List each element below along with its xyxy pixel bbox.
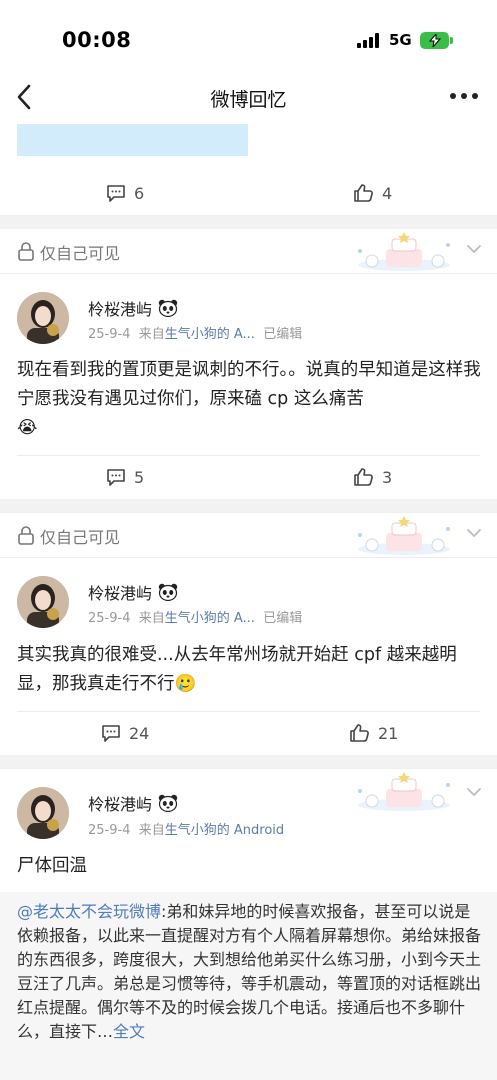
comment-icon <box>102 724 120 742</box>
comment-count: 6 <box>134 183 145 203</box>
post-source[interactable]: 生气小狗的 A... <box>165 327 255 342</box>
status-bar: 00:08 5G <box>0 0 497 80</box>
post-date: 25-9-4 <box>88 327 131 342</box>
divider <box>17 455 480 456</box>
comment-icon <box>107 468 125 486</box>
comment-icon <box>107 184 125 202</box>
like-count: 3 <box>382 467 393 487</box>
source-prefix: 来自 <box>138 327 165 342</box>
panda-icon <box>158 299 178 317</box>
repost-body: :弟和妹异地的时候喜欢报备，甚至可以说是依赖报备，以此来一直提醒对方有个人隔着屏… <box>17 902 482 1041</box>
thumbs-up-icon <box>350 724 369 742</box>
thumbs-up-icon <box>354 468 373 486</box>
section-gap <box>0 499 497 513</box>
battery-tip <box>450 37 453 44</box>
divider <box>0 557 497 558</box>
more-icon[interactable] <box>450 93 480 101</box>
cake-decoration <box>358 516 450 555</box>
post-text: 其实我真的很难受...从去年常州场就开始赶 cpf 越来越明显，那我真走行不行🥲 <box>17 641 482 699</box>
like-button[interactable]: 3 <box>353 457 392 497</box>
edited-label: 已编辑 <box>263 327 303 342</box>
image-placeholder <box>17 124 248 156</box>
like-count: 4 <box>382 183 393 203</box>
status-time: 00:08 <box>62 28 132 52</box>
edited-label: 已编辑 <box>263 611 303 626</box>
lock-icon <box>18 242 34 261</box>
battery-icon <box>420 32 449 49</box>
username-row: 柃桜港屿 <box>88 580 178 604</box>
chevron-down-icon[interactable] <box>466 786 482 798</box>
panda-icon <box>158 583 178 601</box>
page-title: 微博回忆 <box>210 89 287 111</box>
network-label: 5G <box>389 31 412 49</box>
cake-decoration <box>358 772 450 811</box>
comment-count: 5 <box>134 467 145 487</box>
post-meta: 25-9-4 来自生气小狗的 A... 已编辑 <box>88 607 302 626</box>
comment-button[interactable]: 5 <box>106 457 144 497</box>
private-label: 仅自己可见 <box>40 528 121 547</box>
like-count: 21 <box>378 723 399 743</box>
cake-decoration <box>358 232 450 271</box>
username[interactable]: 柃桜港屿 <box>88 791 152 815</box>
action-bar: 24 21 <box>0 713 497 753</box>
post-source[interactable]: 生气小狗的 A... <box>165 611 255 626</box>
repost-mention[interactable]: @老太太不会玩微博 <box>17 902 161 921</box>
section-gap <box>0 755 497 769</box>
lock-icon <box>18 526 34 545</box>
source-prefix: 来自 <box>138 611 165 626</box>
avatar[interactable] <box>17 292 69 344</box>
private-label: 仅自己可见 <box>40 244 121 263</box>
like-button[interactable]: 4 <box>353 173 392 213</box>
crying-emoji: 😭 <box>17 418 38 438</box>
username[interactable]: 柃桜港屿 <box>88 296 152 320</box>
post-date: 25-9-4 <box>88 611 131 626</box>
post-meta: 25-9-4 来自生气小狗的 Android <box>88 819 284 838</box>
action-bar: 5 3 <box>0 457 497 497</box>
thumbs-up-icon <box>354 184 373 202</box>
avatar[interactable] <box>17 576 69 628</box>
username-row: 柃桜港屿 <box>88 791 178 815</box>
comment-count: 24 <box>129 723 150 743</box>
fulltext-link[interactable]: 全文 <box>113 1022 145 1041</box>
chevron-down-icon[interactable] <box>466 527 482 539</box>
avatar[interactable] <box>17 787 69 839</box>
post-body: 现在看到我的置顶更是讽刺的不行。。说真的早知道是这样我宁愿我没有遇见过你们，原来… <box>17 360 481 409</box>
username[interactable]: 柃桜港屿 <box>88 580 152 604</box>
post-text: 尸体回温 <box>17 852 482 881</box>
username-row: 柃桜港屿 <box>88 296 178 320</box>
post-body: 其实我真的很难受...从去年常州场就开始赶 cpf 越来越明显，那我真走行不行 <box>17 645 457 694</box>
divider <box>17 711 480 712</box>
post-meta: 25-9-4 来自生气小狗的 A... 已编辑 <box>88 323 302 342</box>
tear-smile-emoji: 🥲 <box>174 674 197 694</box>
post-body: 尸体回温 <box>17 856 87 876</box>
divider <box>0 273 497 274</box>
signal-icon <box>357 33 381 48</box>
panda-icon <box>158 794 178 812</box>
repost-text: @老太太不会玩微博:弟和妹异地的时候喜欢报备，甚至可以说是依赖报备，以此来一直提… <box>17 900 482 1044</box>
chevron-down-icon[interactable] <box>466 243 482 255</box>
comment-button[interactable]: 24 <box>101 713 149 753</box>
action-bar: 6 4 <box>0 173 497 213</box>
comment-button[interactable]: 6 <box>106 173 144 213</box>
post-source[interactable]: 生气小狗的 Android <box>165 823 284 838</box>
source-prefix: 来自 <box>138 823 165 838</box>
section-gap <box>0 215 497 229</box>
post-text: 现在看到我的置顶更是讽刺的不行。。说真的早知道是这样我宁愿我没有遇见过你们，原来… <box>17 356 482 443</box>
like-button[interactable]: 21 <box>349 713 398 753</box>
nav-bar: 微博回忆 <box>0 72 497 122</box>
post-date: 25-9-4 <box>88 823 131 838</box>
